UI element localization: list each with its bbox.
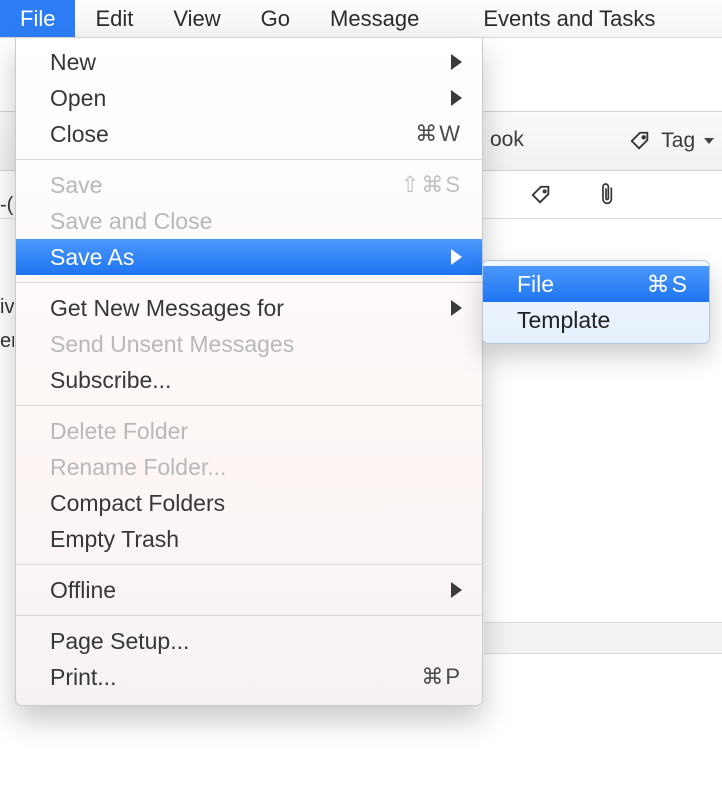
menu-item-print[interactable]: Print...⌘P — [16, 659, 482, 695]
menu-item-label: Empty Trash — [50, 526, 462, 553]
menubar-item-view[interactable]: View — [153, 0, 240, 37]
file-menu: New Open Close⌘W Save⇧⌘S Save and Close Save … — [15, 38, 483, 706]
menu-item-offline[interactable]: Offline — [16, 572, 482, 608]
menu-item-label: Send Unsent Messages — [50, 331, 462, 358]
menubar-item-go[interactable]: Go — [241, 0, 310, 37]
menu-item-rename-folder: Rename Folder... — [16, 449, 482, 485]
chevron-down-icon — [704, 138, 714, 144]
menu-item-label: Save As — [50, 244, 451, 271]
pane-divider — [484, 622, 722, 654]
menubar-item-message[interactable]: Message — [310, 0, 439, 37]
submenu-item-label: File — [517, 271, 647, 298]
menu-item-compact-folders[interactable]: Compact Folders — [16, 485, 482, 521]
menu-item-new[interactable]: New — [16, 44, 482, 80]
menu-item-label: Offline — [50, 577, 451, 604]
menu-item-label: Get New Messages for — [50, 295, 451, 322]
submenu-item-template[interactable]: Template — [483, 302, 709, 338]
menubar: FileEditViewGoMessage Events and Tasks — [0, 0, 722, 38]
menu-item-label: Print... — [50, 664, 421, 691]
menu-item-label: Compact Folders — [50, 490, 462, 517]
tag-icon — [629, 130, 651, 152]
menu-item-empty-trash[interactable]: Empty Trash — [16, 521, 482, 557]
menu-item-label: Delete Folder — [50, 418, 462, 445]
menu-item-save: Save⇧⌘S — [16, 167, 482, 203]
menu-item-get-new-messages-for[interactable]: Get New Messages for — [16, 290, 482, 326]
menu-item-page-setup[interactable]: Page Setup... — [16, 623, 482, 659]
tag-outline-icon[interactable] — [530, 184, 552, 206]
menu-item-label: New — [50, 49, 451, 76]
menu-item-shortcut: ⇧⌘S — [401, 172, 462, 198]
menu-item-delete-folder: Delete Folder — [16, 413, 482, 449]
menu-item-send-unsent-messages: Send Unsent Messages — [16, 326, 482, 362]
menu-item-open[interactable]: Open — [16, 80, 482, 116]
submenu-item-file[interactable]: File⌘S — [483, 266, 709, 302]
tag-button-label: Tag — [661, 129, 695, 152]
submenu-arrow-icon — [451, 582, 462, 598]
menu-item-label: Save and Close — [50, 208, 462, 235]
menubar-item-edit[interactable]: Edit — [75, 0, 153, 37]
menu-item-label: Close — [50, 121, 415, 148]
menu-item-save-and-close: Save and Close — [16, 203, 482, 239]
submenu-arrow-icon — [451, 54, 462, 70]
menu-item-shortcut: ⌘P — [421, 664, 462, 690]
menu-item-label: Page Setup... — [50, 628, 462, 655]
menu-separator — [16, 564, 482, 565]
menu-item-close[interactable]: Close⌘W — [16, 116, 482, 152]
menu-separator — [16, 405, 482, 406]
menu-item-shortcut: ⌘W — [415, 121, 462, 147]
submenu-arrow-icon — [451, 249, 462, 265]
menubar-item-events-and-tasks[interactable]: Events and Tasks — [463, 0, 675, 37]
menubar-item-file[interactable]: File — [0, 0, 75, 37]
menu-separator — [16, 159, 482, 160]
menu-item-label: Open — [50, 85, 451, 112]
submenu-arrow-icon — [451, 300, 462, 316]
menu-item-label: Save — [50, 172, 401, 199]
submenu-arrow-icon — [451, 90, 462, 106]
menu-item-label: Subscribe... — [50, 367, 462, 394]
paperclip-icon[interactable] — [598, 182, 618, 208]
save-as-submenu: File⌘S Template — [482, 260, 710, 344]
menu-item-subscribe[interactable]: Subscribe... — [16, 362, 482, 398]
submenu-item-label: Template — [517, 307, 689, 334]
menu-separator — [16, 282, 482, 283]
menu-item-save-as[interactable]: Save As — [16, 239, 482, 275]
menu-item-label: Rename Folder... — [50, 454, 462, 481]
submenu-item-shortcut: ⌘S — [647, 271, 689, 298]
tag-button[interactable]: Tag — [661, 129, 714, 153]
menu-separator — [16, 615, 482, 616]
partial-toolbar-label: ook — [490, 128, 524, 152]
